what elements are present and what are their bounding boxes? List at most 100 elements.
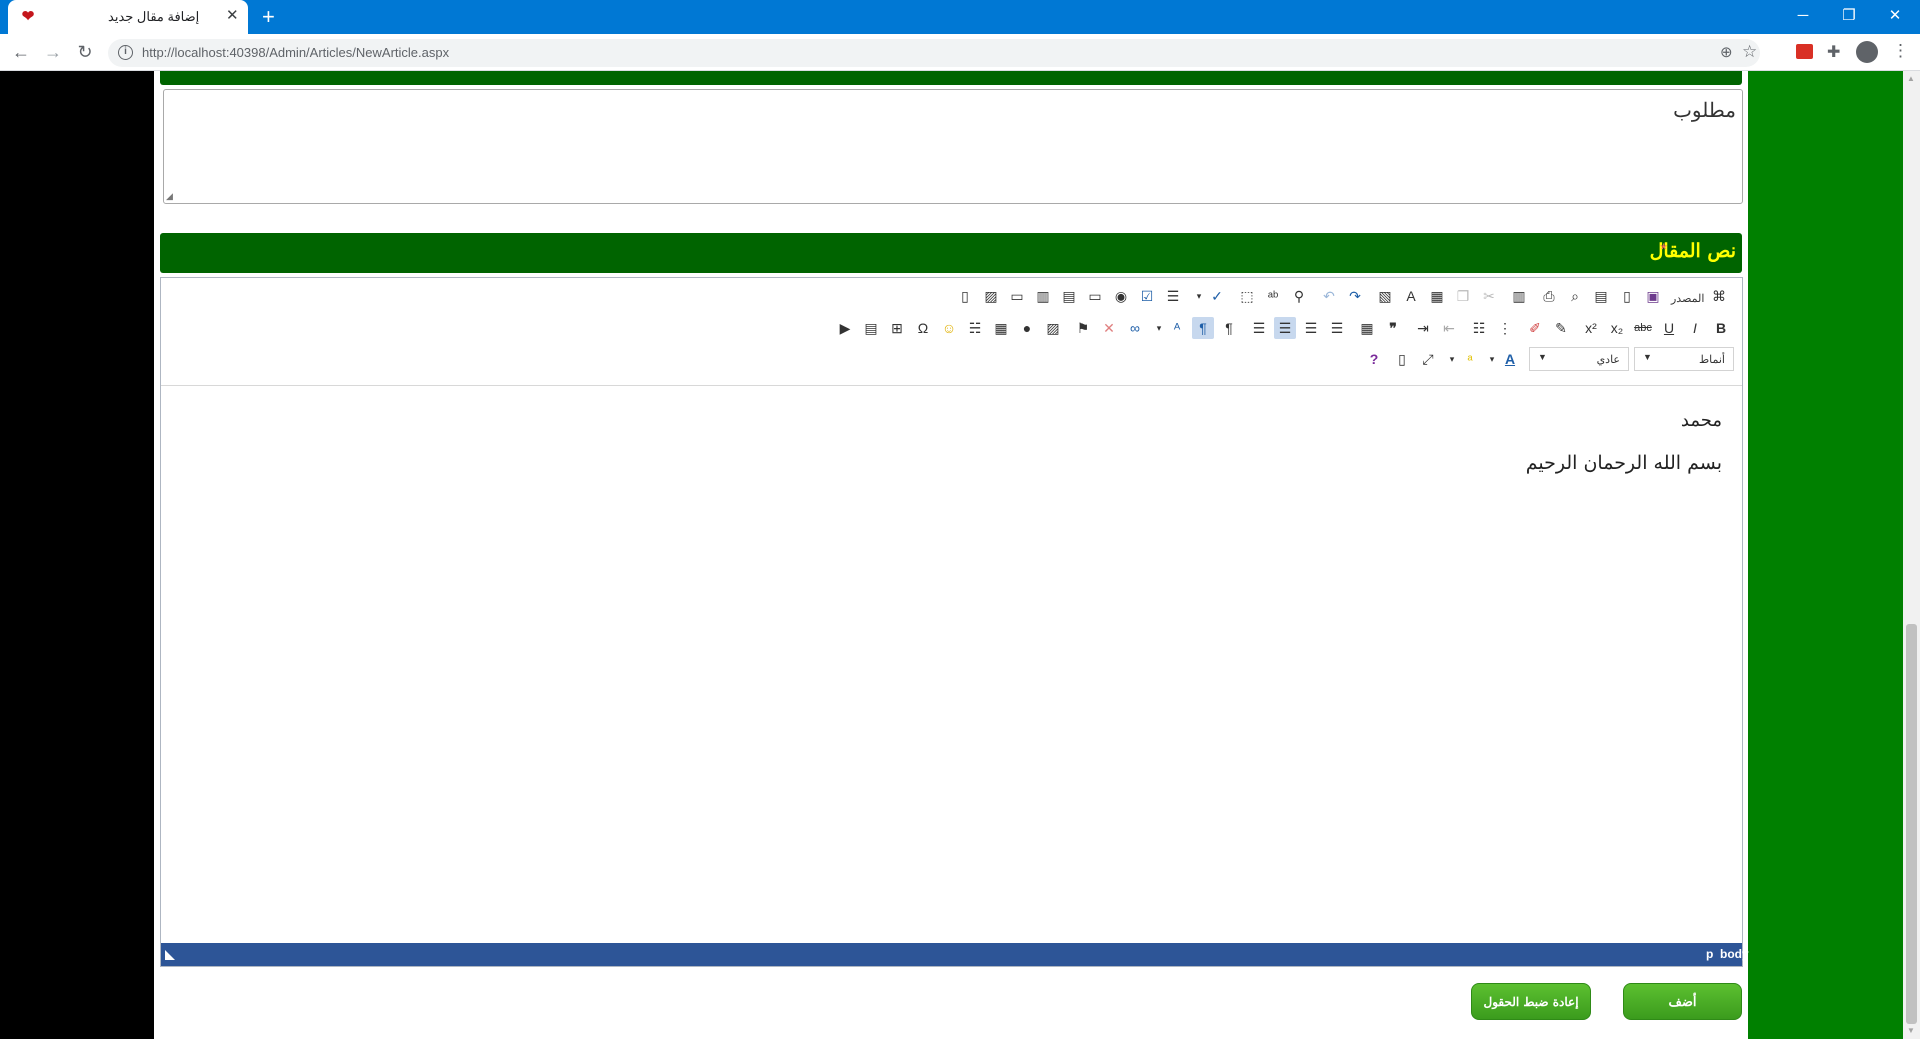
text-direction-rtl-icon[interactable]: ¶ <box>1192 317 1214 339</box>
redo-icon[interactable]: ↷ <box>1344 285 1366 307</box>
align-right-icon[interactable]: ☰ <box>1274 317 1296 339</box>
superscript-icon[interactable]: x² <box>1580 317 1602 339</box>
scroll-down-icon[interactable]: ▼ <box>1907 1026 1915 1035</box>
forward-button[interactable]: → <box>41 40 65 64</box>
paste-icon[interactable]: ▦ <box>1426 285 1448 307</box>
text-color-dropdown-icon[interactable]: ▾ <box>1481 348 1503 370</box>
replace-icon[interactable]: ᵃᵇ <box>1262 285 1284 307</box>
bold-icon[interactable]: B <box>1710 317 1732 339</box>
undo-icon[interactable]: ↶ <box>1318 285 1340 307</box>
text-direction-ltr-icon[interactable]: ¶ <box>1218 317 1240 339</box>
styles-combo[interactable]: أنماط ▼ <box>1634 347 1734 371</box>
select-all-icon[interactable]: ⬚ <box>1236 285 1258 307</box>
save-icon[interactable]: ▣ <box>1642 285 1664 307</box>
copy-icon[interactable]: ❐ <box>1452 285 1474 307</box>
editor-resize-grip-icon[interactable] <box>165 950 175 960</box>
cut-icon[interactable]: ✂ <box>1478 285 1500 307</box>
browser-tab[interactable]: ❤ إضافة مقال جديد ✕ <box>8 0 248 34</box>
copy-format-icon[interactable]: ✎ <box>1550 317 1572 339</box>
form-icon[interactable]: ☰ <box>1162 285 1184 307</box>
site-info-icon[interactable]: i <box>118 45 133 60</box>
show-blocks-icon[interactable]: ▯ <box>1391 348 1413 370</box>
scroll-thumb[interactable] <box>1906 624 1917 1024</box>
summary-textarea[interactable]: مطلوب ◢ <box>163 89 1743 204</box>
anchor-icon[interactable]: ⚑ <box>1072 317 1094 339</box>
extension-icon[interactable] <box>1796 44 1813 59</box>
radio-icon[interactable]: ◉ <box>1110 285 1132 307</box>
special-char-icon[interactable]: Ω <box>912 317 934 339</box>
profile-avatar-icon[interactable] <box>1856 41 1878 63</box>
help-icon[interactable]: ? <box>1363 348 1385 370</box>
textfield-icon[interactable]: ▭ <box>1084 285 1106 307</box>
browser-menu-icon[interactable]: ⋮ <box>1892 41 1909 61</box>
image-button-icon[interactable]: ▨ <box>980 285 1002 307</box>
rich-text-editor: ⌘ المصدر ▣ ▯ ▤ ⌕ ⎙ ▥ ✂ ❐ ▦ A ▧ ↷ ↶ ⚲ ᵃᵇ … <box>160 277 1749 967</box>
templates-icon[interactable]: ▥ <box>1508 285 1530 307</box>
youtube-icon[interactable]: ▶ <box>834 317 856 339</box>
hidden-field-icon[interactable]: ▯ <box>954 285 976 307</box>
find-icon[interactable]: ⚲ <box>1288 285 1310 307</box>
window-close-button[interactable]: ✕ <box>1872 4 1918 28</box>
tab-close-icon[interactable]: ✕ <box>226 8 239 24</box>
preview-icon[interactable]: ⌕ <box>1564 285 1586 307</box>
link-icon[interactable]: ∞ <box>1124 317 1146 339</box>
page-break-icon[interactable]: ⊞ <box>886 317 908 339</box>
button-field-icon[interactable]: ▭ <box>1006 285 1028 307</box>
scroll-up-icon[interactable]: ▲ <box>1907 74 1915 83</box>
path-item-p[interactable]: p <box>1706 947 1713 961</box>
background-color-dropdown-icon[interactable]: ▾ <box>1441 348 1463 370</box>
indent-icon[interactable]: ⇥ <box>1412 317 1434 339</box>
pdf-icon[interactable]: ▤ <box>1590 285 1612 307</box>
path-item-body[interactable]: body <box>1720 947 1749 961</box>
print-icon[interactable]: ⎙ <box>1538 285 1560 307</box>
align-center-icon[interactable]: ☰ <box>1300 317 1322 339</box>
new-page-icon[interactable]: ▯ <box>1616 285 1638 307</box>
address-bar[interactable]: i http://localhost:40398/Admin/Articles/… <box>108 39 1760 67</box>
paste-text-icon[interactable]: A <box>1400 285 1422 307</box>
flash-icon[interactable]: ● <box>1016 317 1038 339</box>
source-label[interactable]: المصدر <box>1671 292 1704 305</box>
bookmark-star-icon[interactable]: ☆ <box>1742 42 1757 62</box>
editor-content-area[interactable]: محمد بسم الله الرحمان الرحيم <box>161 387 1742 944</box>
iframe-icon[interactable]: ▤ <box>860 317 882 339</box>
smiley-icon[interactable]: ☺ <box>938 317 960 339</box>
format-combo[interactable]: عادي ▼ <box>1529 347 1629 371</box>
zoom-icon[interactable]: ⊕ <box>1720 43 1733 61</box>
language-dropdown-icon[interactable]: ▾ <box>1148 317 1170 339</box>
align-left-icon[interactable]: ☰ <box>1326 317 1348 339</box>
div-container-icon[interactable]: ▦ <box>1356 317 1378 339</box>
strikethrough-icon[interactable]: abc <box>1632 317 1654 339</box>
maximize-icon[interactable]: ⤢ <box>1417 348 1439 370</box>
add-button[interactable]: أضف <box>1623 983 1742 1020</box>
new-tab-button[interactable]: + <box>262 5 275 29</box>
remove-format-icon[interactable]: ✐ <box>1524 317 1546 339</box>
resize-grip-icon[interactable]: ◢ <box>166 191 173 202</box>
paste-word-icon[interactable]: ▧ <box>1374 285 1396 307</box>
back-button[interactable]: ← <box>9 40 33 64</box>
reload-button[interactable]: ↻ <box>73 40 97 64</box>
unlink-icon[interactable]: ✕ <box>1098 317 1120 339</box>
bulleted-list-icon[interactable]: ☷ <box>1468 317 1490 339</box>
restore-button[interactable]: ❐ <box>1826 4 1872 28</box>
blockquote-icon[interactable]: ❞ <box>1382 317 1404 339</box>
underline-icon[interactable]: U <box>1658 317 1680 339</box>
italic-icon[interactable]: I <box>1684 317 1706 339</box>
extensions-puzzle-icon[interactable]: ✚ <box>1827 42 1840 62</box>
spellcheck-dropdown-icon[interactable]: ▾ <box>1188 285 1210 307</box>
reset-fields-button[interactable]: إعادة ضبط الحقول <box>1471 983 1591 1020</box>
textarea-icon[interactable]: ▤ <box>1058 285 1080 307</box>
select-field-icon[interactable]: ▥ <box>1032 285 1054 307</box>
horizontal-line-icon[interactable]: ☵ <box>964 317 986 339</box>
checkbox-icon[interactable]: ☑ <box>1136 285 1158 307</box>
subscript-icon[interactable]: x₂ <box>1606 317 1628 339</box>
numbered-list-icon[interactable]: ⋮ <box>1494 317 1516 339</box>
justify-icon[interactable]: ☰ <box>1248 317 1270 339</box>
chevron-down-icon: ▼ <box>1643 352 1652 362</box>
page-scrollbar[interactable]: ▲ ▼ <box>1903 71 1920 1039</box>
url-text[interactable]: http://localhost:40398/Admin/Articles/Ne… <box>142 45 449 60</box>
source-icon[interactable]: ⌘ <box>1708 285 1730 307</box>
minimize-button[interactable]: ─ <box>1780 4 1826 28</box>
table-icon[interactable]: ▦ <box>990 317 1012 339</box>
image-icon[interactable]: ▨ <box>1042 317 1064 339</box>
outdent-icon[interactable]: ⇤ <box>1438 317 1460 339</box>
